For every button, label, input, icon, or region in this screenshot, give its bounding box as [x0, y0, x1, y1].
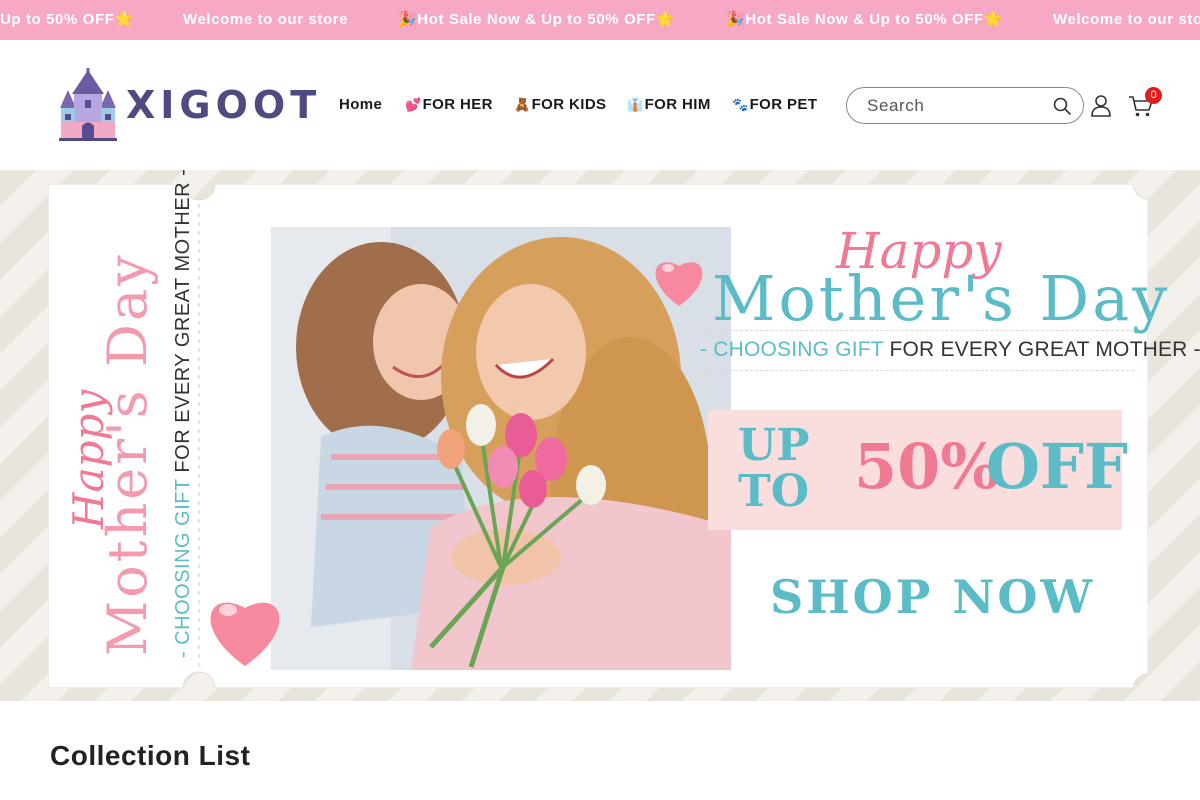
hero-banner[interactable]: Mother's Day Happy - CHOOSING GIFT FOR E… — [0, 170, 1200, 701]
castle-logo-icon — [59, 68, 117, 141]
offer-off: OFF — [986, 430, 1129, 503]
left-banner-subtitle: - CHOOSING GIFT FOR EVERY GREAT MOTHER - — [172, 170, 195, 658]
teddy-bear-icon: 🧸 — [514, 97, 531, 112]
nav-home-label: Home — [339, 96, 383, 113]
left-subtitle-a: - CHOOSING GIFT — [172, 478, 194, 658]
nav-for-her[interactable]: 💕FOR HER — [405, 96, 493, 113]
right-banner-subtitle: - CHOOSING GIFT FOR EVERY GREAT MOTHER - — [700, 338, 1200, 362]
account-icon[interactable] — [1090, 94, 1112, 118]
divider — [700, 330, 1134, 331]
announcement-message: Welcome to our store — [183, 11, 349, 28]
right-banner-title: Mother's Day — [712, 262, 1171, 335]
divider — [700, 370, 1134, 371]
right-subtitle-a: - CHOOSING GIFT — [700, 338, 884, 361]
offer-to: TO — [738, 466, 810, 517]
cart-count-badge: 0 — [1145, 87, 1162, 104]
heart-icon — [210, 602, 280, 666]
hearts-icon: 💕 — [405, 97, 422, 112]
site-header: XIGOOT Home 💕FOR HER 🧸FOR KIDS 👔FOR HIM … — [0, 40, 1200, 170]
announcement-bar: Up to 50% OFF🌟 Welcome to our store 🎉Hot… — [0, 0, 1200, 40]
offer-percent: 50% — [854, 430, 1000, 503]
shop-now-button[interactable]: SHOP NOW — [770, 570, 1095, 624]
paw-prints-icon: 🐾 — [732, 97, 749, 112]
offer-up: UP — [738, 420, 810, 471]
ticket-card: Mother's Day Happy - CHOOSING GIFT FOR E… — [48, 170, 1200, 688]
heart-icon — [655, 262, 703, 306]
right-subtitle-b: FOR EVERY GREAT MOTHER - — [883, 338, 1200, 361]
search-input[interactable] — [867, 96, 1037, 116]
nav-home[interactable]: Home — [339, 96, 382, 113]
left-subtitle-b: FOR EVERY GREAT MOTHER - — [172, 170, 194, 473]
left-banner-script: Happy — [64, 389, 113, 529]
nav-for-pet-label: FOR PET — [749, 96, 818, 113]
nav-for-him-label: FOR HIM — [644, 96, 711, 113]
announcement-message: Welcome to our store — [1053, 11, 1200, 28]
announcement-message: 🎉Hot Sale Now & Up to 50% OFF🌟 — [398, 11, 676, 28]
collection-list-title: Collection List — [50, 740, 251, 771]
nav-for-kids[interactable]: 🧸FOR KIDS — [514, 96, 606, 113]
nav-for-her-label: FOR HER — [422, 96, 493, 113]
nav-for-pet[interactable]: 🐾FOR PET — [732, 96, 817, 113]
discount-box: UP TO 50% OFF — [708, 410, 1128, 530]
nav-for-kids-label: FOR KIDS — [531, 96, 607, 113]
search-box[interactable] — [846, 87, 1084, 124]
announcement-message: 🎉Hot Sale Now & Up to 50% OFF🌟 — [726, 11, 1004, 28]
necktie-icon: 👔 — [627, 97, 644, 112]
nav-for-him[interactable]: 👔FOR HIM — [627, 96, 711, 113]
logo-text: XIGOOT — [126, 83, 322, 127]
search-icon[interactable] — [1052, 96, 1072, 116]
logo[interactable]: XIGOOT — [58, 68, 316, 144]
announcement-message: Up to 50% OFF🌟 — [0, 11, 134, 28]
